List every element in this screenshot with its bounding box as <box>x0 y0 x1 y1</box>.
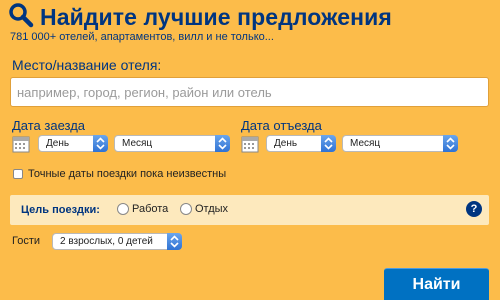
checkin-label: Дата заезда <box>12 118 86 133</box>
search-button[interactable]: Найти <box>384 268 489 300</box>
search-panel: Найдите лучшие предложения 781 000+ отел… <box>0 0 500 300</box>
checkout-month-select[interactable]: Месяц <box>342 135 458 152</box>
help-icon[interactable]: ? <box>466 201 482 217</box>
chevron-updown-icon <box>93 135 108 152</box>
trip-purpose-label: Цель поездки: <box>21 204 100 216</box>
purpose-work-label[interactable]: Работа <box>132 203 168 215</box>
purpose-work-radio[interactable] <box>117 203 129 215</box>
flexible-dates-label[interactable]: Точные даты поездки пока неизвестны <box>28 168 226 180</box>
destination-label: Место/название отеля: <box>12 57 162 73</box>
search-icon <box>8 2 40 33</box>
chevron-updown-icon <box>321 135 336 152</box>
purpose-leisure-label[interactable]: Отдых <box>195 203 228 215</box>
checkout-label: Дата отъезда <box>241 118 322 133</box>
flexible-dates-row: Точные даты поездки пока неизвестны <box>13 168 226 180</box>
header: Найдите лучшие предложения <box>8 2 392 32</box>
guests-label: Гости <box>12 235 41 247</box>
destination-input[interactable] <box>10 77 489 107</box>
checkin-calendar-icon[interactable] <box>12 135 30 153</box>
checkin-month-value: Месяц <box>122 138 153 149</box>
page-subtitle: 781 000+ отелей, апартаментов, вилл и не… <box>10 31 274 43</box>
chevron-updown-icon <box>167 233 182 250</box>
trip-purpose-bar: Цель поездки: Работа Отдых ? <box>10 195 489 225</box>
flexible-dates-checkbox[interactable] <box>13 169 23 179</box>
checkin-day-select[interactable]: День <box>38 135 108 152</box>
chevron-updown-icon <box>443 135 458 152</box>
checkout-calendar-icon[interactable] <box>241 135 259 153</box>
checkout-day-select[interactable]: День <box>266 135 336 152</box>
checkout-month-value: Месяц <box>350 138 381 149</box>
purpose-leisure-radio[interactable] <box>180 203 192 215</box>
checkout-day-value: День <box>274 138 298 149</box>
checkin-day-value: День <box>46 138 70 149</box>
guests-value: 2 взрослых, 0 детей <box>60 236 153 247</box>
page-title: Найдите лучшие предложения <box>40 3 392 30</box>
chevron-updown-icon <box>215 135 230 152</box>
guests-select[interactable]: 2 взрослых, 0 детей <box>52 233 182 250</box>
checkin-month-select[interactable]: Месяц <box>114 135 230 152</box>
